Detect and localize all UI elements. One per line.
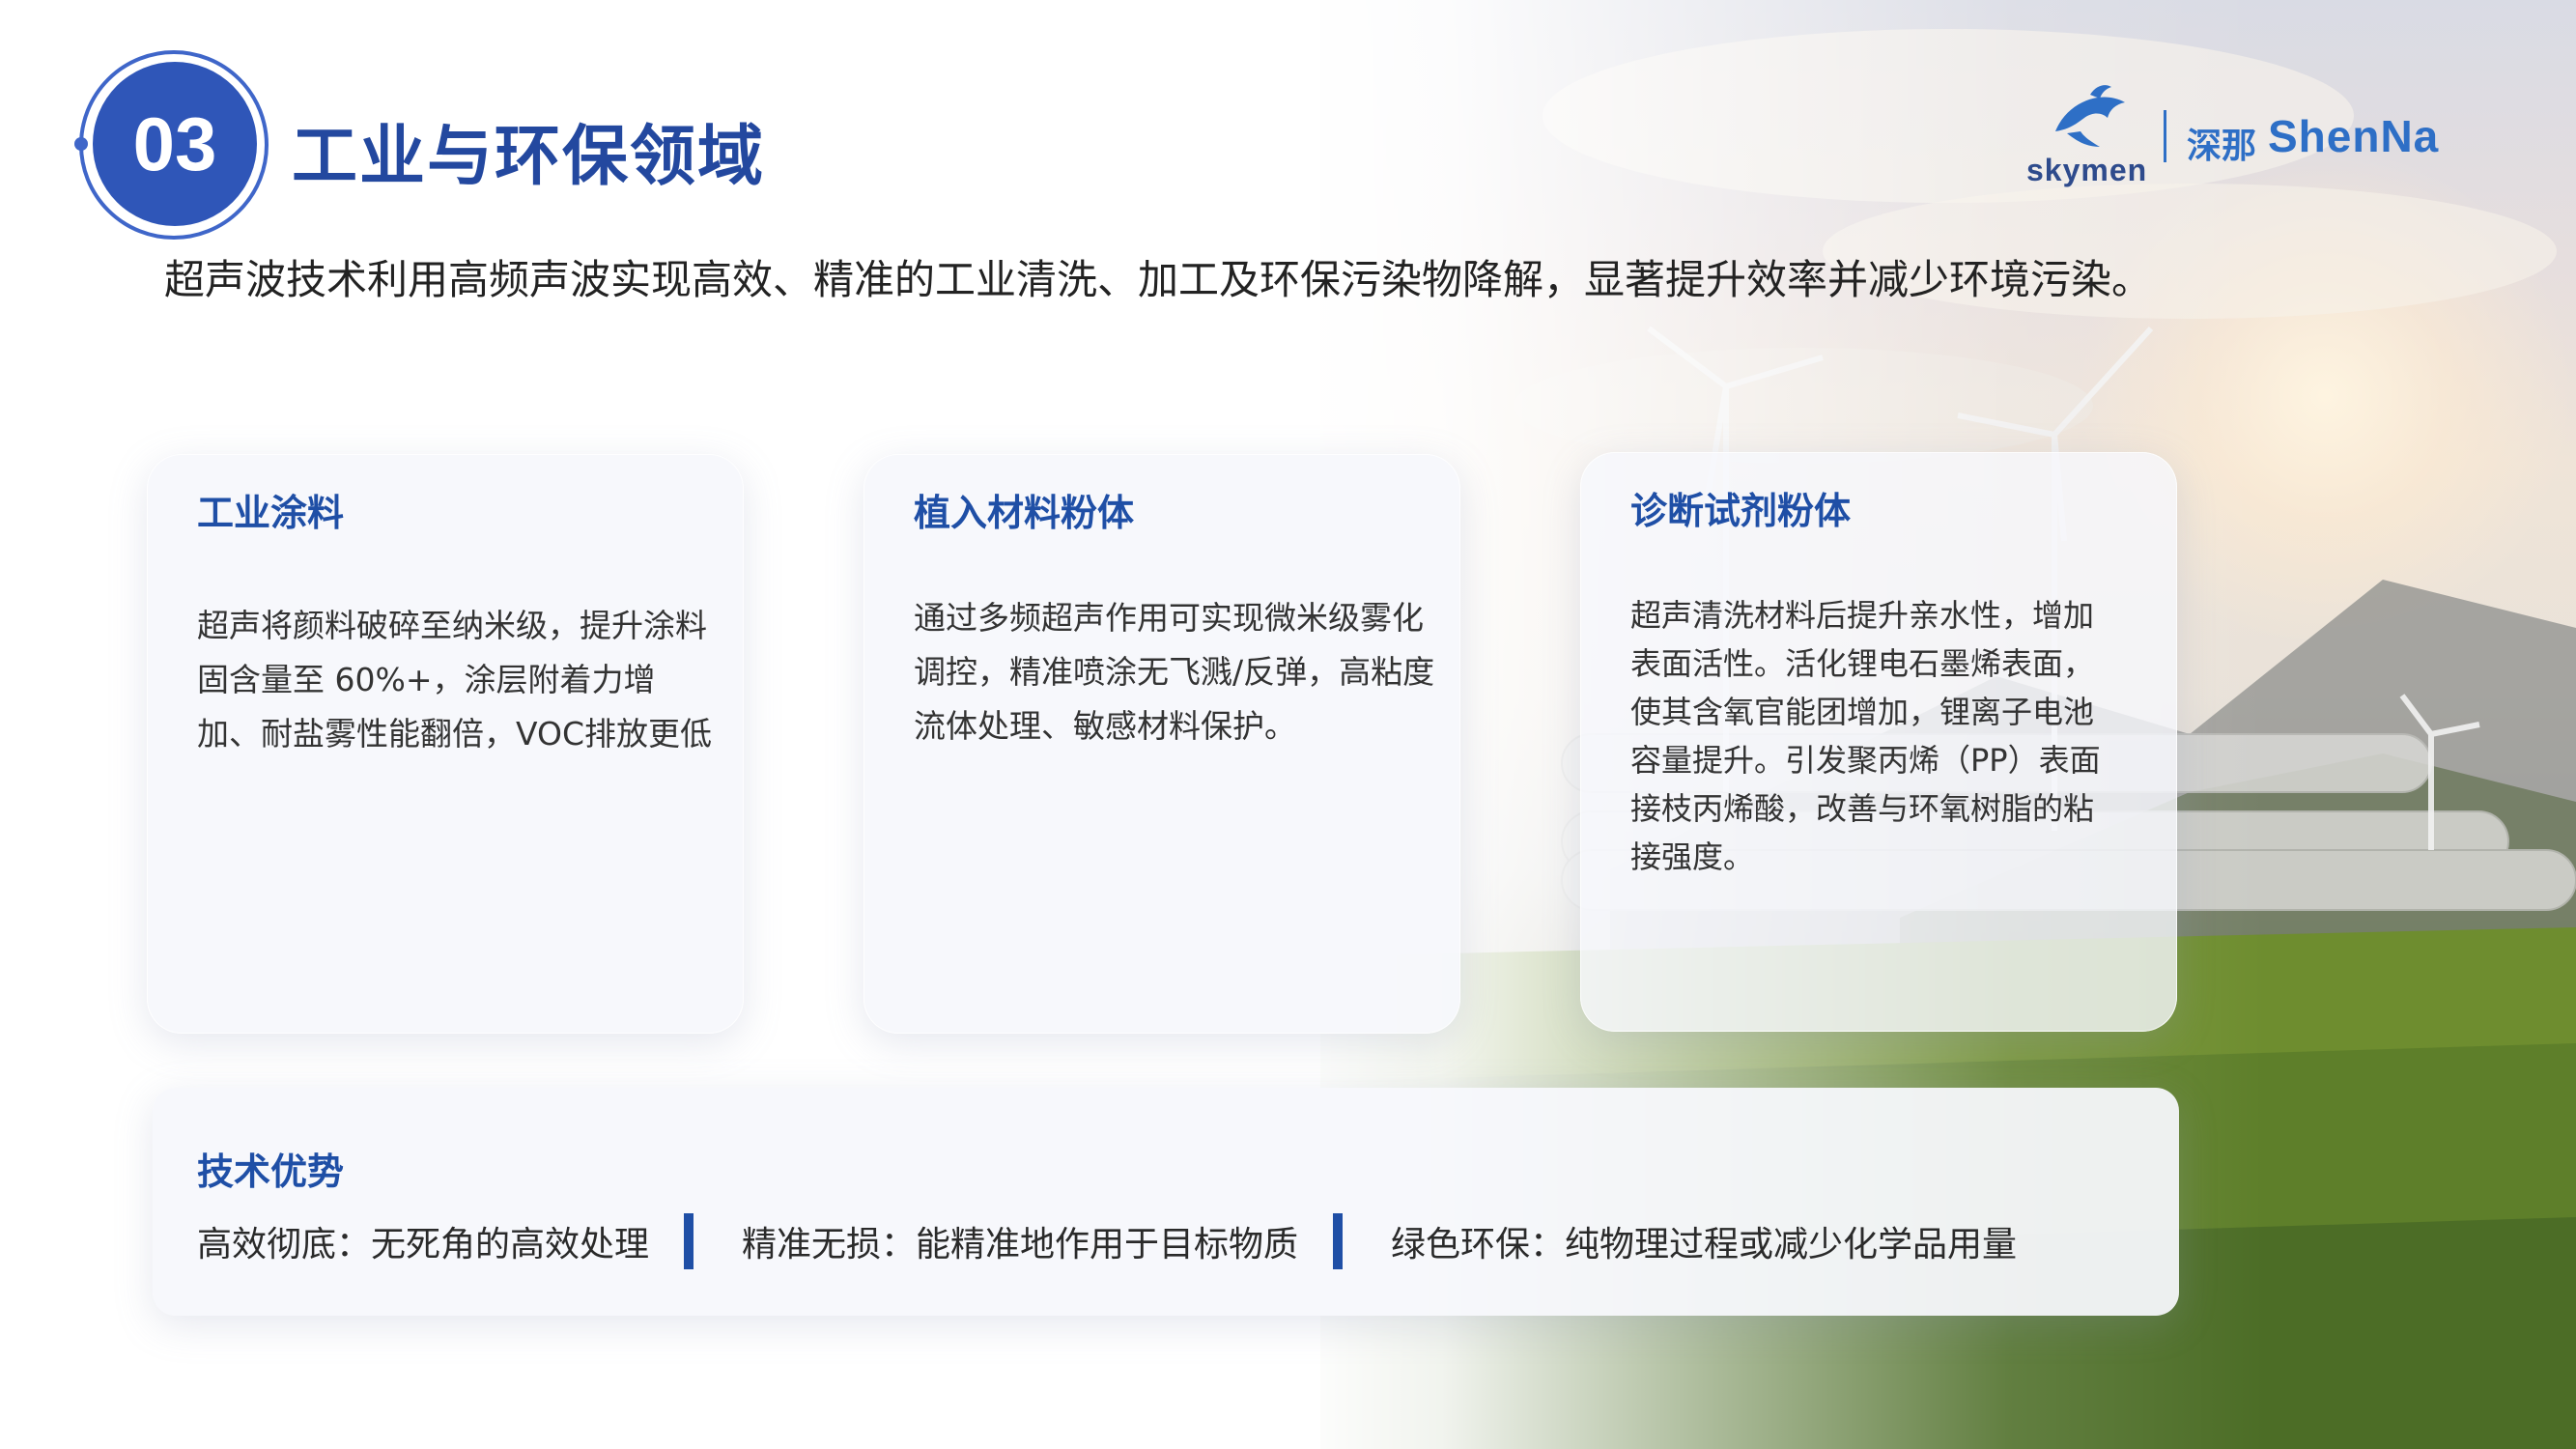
advantages-list: 高效彻底：无死角的高效处理 精准无损：能精准地作用于目标物质 绿色环保：纯物理过… — [197, 1213, 2017, 1269]
page-title: 工业与环保领域 — [292, 119, 766, 195]
advantage-item: 精准无损：能精准地作用于目标物质 — [742, 1225, 1299, 1264]
card-implant-powder: 植入材料粉体 通过多频超声作用可实现微米级雾化调控，精准喷涂无飞溅/反弹，高粘度… — [863, 454, 1460, 1034]
card-body: 超声清洗材料后提升亲水性，增加表面活性。活化锂电石墨烯表面，使其含氧官能团增加，… — [1630, 597, 2101, 875]
card-diagnostic-powder: 诊断试剂粉体 超声清洗材料后提升亲水性，增加表面活性。活化锂电石墨烯表面，使其含… — [1580, 452, 2177, 1032]
advantage-separator — [1333, 1213, 1344, 1269]
intro-paragraph: 超声波技术利用高频声波实现高效、精准的工业清洗、加工及环保污染物降解，显著提升效… — [164, 256, 2153, 303]
advantage-item: 高效彻底：无死角的高效处理 — [197, 1225, 650, 1264]
card-title: 诊断试剂粉体 — [1630, 490, 1852, 532]
card-body: 超声将颜料破碎至纳米级，提升涂料固含量至 60%+，涂层附着力增加、耐盐雾性能翻… — [197, 607, 713, 753]
card-title: 植入材料粉体 — [914, 492, 1135, 534]
advantages-title: 技术优势 — [197, 1151, 345, 1193]
brand-logo: skymen 深那 ShenNa — [2019, 83, 2463, 189]
brand-name-cn: 深那 — [2187, 127, 2257, 166]
section-number-badge: 03 — [93, 62, 257, 226]
advantage-item: 绿色环保：纯物理过程或减少化学品用量 — [1391, 1225, 2018, 1264]
card-body: 通过多频超声作用可实现微米级雾化调控，精准喷涂无飞溅/反弹，高粘度流体处理、敏感… — [914, 599, 1435, 745]
advantages-panel: 技术优势 高效彻底：无死角的高效处理 精准无损：能精准地作用于目标物质 绿色环保… — [153, 1088, 2179, 1316]
card-industrial-coating: 工业涂料 超声将颜料破碎至纳米级，提升涂料固含量至 60%+，涂层附着力增加、耐… — [147, 454, 744, 1034]
brand-name-en: skymen — [2026, 153, 2148, 187]
dolphin-icon — [2055, 85, 2125, 147]
brand-name-pinyin: ShenNa — [2268, 111, 2440, 161]
logo-divider — [2164, 110, 2166, 162]
card-title: 工业涂料 — [197, 492, 345, 534]
advantage-separator — [684, 1213, 694, 1269]
